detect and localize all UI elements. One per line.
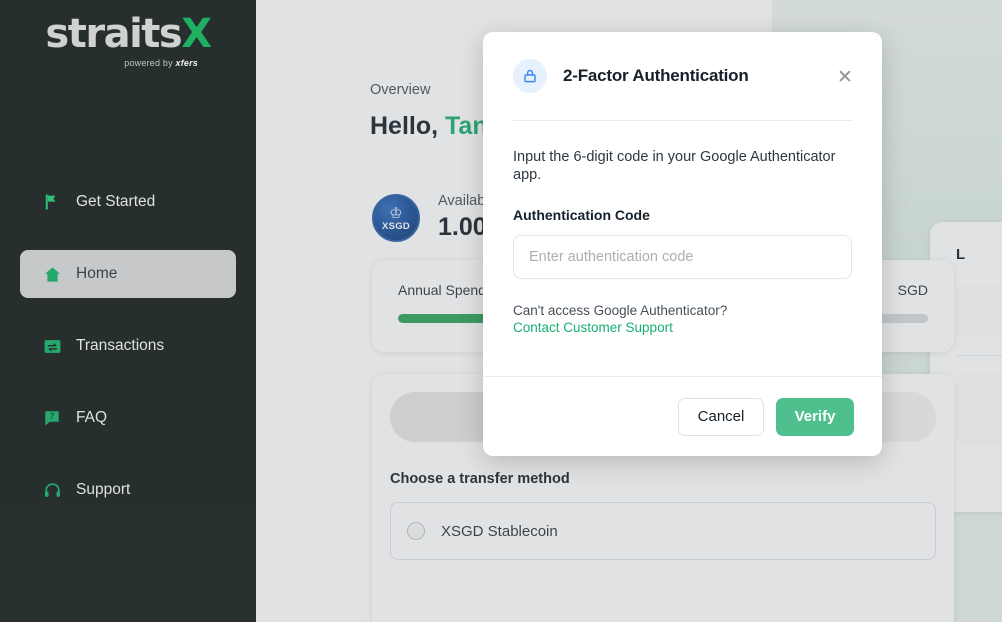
verify-button[interactable]: Verify	[776, 397, 854, 436]
lock-icon	[513, 59, 547, 93]
cancel-button[interactable]: Cancel	[678, 397, 764, 436]
two-factor-auth-dialog: 2-Factor Authentication ✕ Input the 6-di…	[483, 32, 882, 456]
dialog-footer: Cancel Verify	[483, 376, 882, 456]
help-text: Can't access Google Authenticator?	[513, 302, 728, 318]
dialog-header: 2-Factor Authentication ✕	[483, 32, 882, 120]
dialog-title: 2-Factor Authentication	[563, 66, 749, 85]
app-root: straitsX powered by xfers Get Started Ho…	[0, 0, 1002, 622]
dialog-body: Input the 6-digit code in your Google Au…	[483, 121, 882, 376]
close-icon[interactable]: ✕	[834, 66, 856, 88]
dialog-description: Input the 6-digit code in your Google Au…	[513, 149, 836, 183]
modal-overlay-sidebar[interactable]	[0, 0, 256, 622]
auth-code-label: Authentication Code	[513, 206, 650, 223]
auth-code-input[interactable]	[513, 234, 852, 279]
contact-support-link[interactable]: Contact Customer Support	[513, 320, 852, 335]
